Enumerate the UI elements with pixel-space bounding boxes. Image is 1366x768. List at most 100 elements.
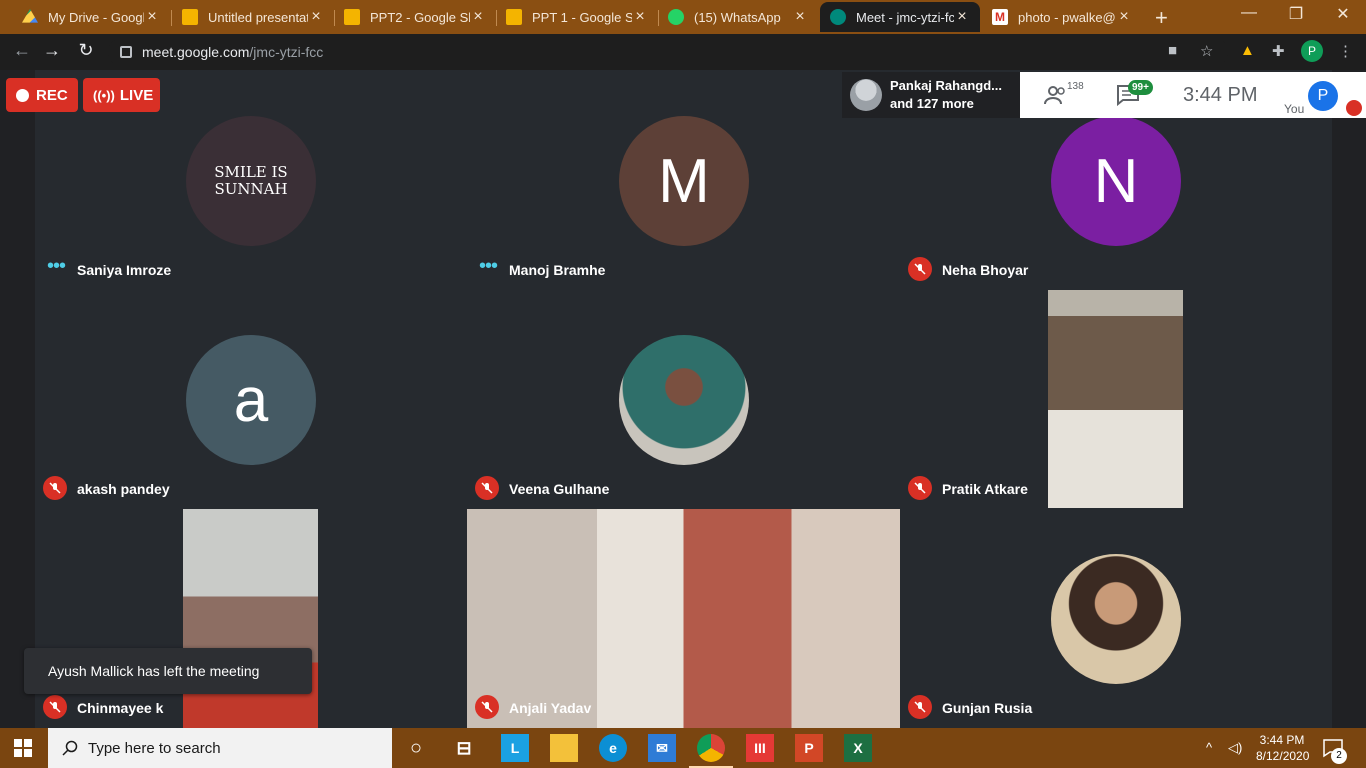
presenter-name: Pankaj Rahangd... <box>890 78 1002 93</box>
participant-tile[interactable]: Anjali Yadav <box>467 508 900 728</box>
mic-off-icon <box>43 476 67 500</box>
participant-avatar: M <box>619 116 749 246</box>
system-clock[interactable]: 3:44 PM 8/12/2020 <box>1256 732 1309 764</box>
tab-title: PPT2 - Google Slides <box>370 9 470 25</box>
minimize-icon[interactable]: — <box>1226 4 1272 22</box>
taskbar-search[interactable]: Type here to search <box>48 728 392 768</box>
cortana-icon[interactable]: ○ <box>402 734 430 762</box>
tab-whatsapp[interactable]: (15) WhatsApp × <box>658 2 818 32</box>
profile-avatar[interactable]: P <box>1301 40 1323 62</box>
puzzle-icon[interactable]: ✚ <box>1272 42 1285 60</box>
red-app-icon[interactable]: III <box>746 734 774 762</box>
participant-tile[interactable]: N Neha Bhoyar <box>900 110 1332 289</box>
tab-meet[interactable]: Meet - jmc-ytzi-fcc × <box>820 2 980 32</box>
meeting-clock: 3:44 PM <box>1183 84 1258 106</box>
participant-name: Gunjan Rusia <box>942 700 1033 716</box>
people-icon[interactable] <box>1044 84 1068 106</box>
whatsapp-icon <box>668 9 684 25</box>
participant-photo <box>619 335 749 465</box>
participant-tile[interactable]: SMILE IS SUNNAH ••• Saniya Imroze <box>35 110 467 289</box>
mic-off-icon <box>908 257 932 281</box>
mic-off-icon <box>43 695 67 719</box>
self-avatar[interactable]: P <box>1308 81 1338 111</box>
tab-my-drive[interactable]: My Drive - Google Drive × <box>12 2 170 32</box>
tab-gmail[interactable]: M photo - pwalke@s × <box>982 2 1142 32</box>
menu-icon[interactable]: ⋮ <box>1338 42 1353 60</box>
reload-icon[interactable]: ↻ <box>74 40 98 61</box>
close-icon[interactable]: × <box>792 8 808 26</box>
close-window-icon[interactable]: ✕ <box>1320 4 1366 24</box>
participant-tile[interactable]: Veena Gulhane <box>467 289 900 508</box>
close-icon[interactable]: × <box>144 8 160 26</box>
close-icon[interactable]: × <box>1116 8 1132 26</box>
search-icon <box>62 740 78 756</box>
chrome-icon[interactable] <box>697 734 725 762</box>
task-view-icon[interactable]: ⊟ <box>450 734 478 762</box>
restore-icon[interactable]: ❐ <box>1273 4 1319 24</box>
search-placeholder: Type here to search <box>88 739 221 757</box>
participant-avatar: a <box>186 335 316 465</box>
participant-name: Neha Bhoyar <box>942 262 1029 278</box>
presenter-avatar <box>850 79 882 111</box>
url-path: /jmc-ytzi-fcc <box>249 44 324 60</box>
file-explorer-icon[interactable] <box>550 734 578 762</box>
participant-video <box>467 509 900 728</box>
tab-title: PPT 1 - Google Slides <box>532 9 632 25</box>
lock-icon <box>120 46 132 58</box>
slides-icon <box>182 9 198 25</box>
app-l-icon[interactable]: L <box>501 734 529 762</box>
browser-tab-strip: My Drive - Google Drive × Untitled prese… <box>0 0 1366 34</box>
slides-icon <box>344 9 360 25</box>
browser-toolbar: ← → ↻ meet.google.com /jmc-ytzi-fcc ■ ☆ … <box>0 34 1366 70</box>
excel-icon[interactable]: X <box>844 734 872 762</box>
participant-video <box>1048 290 1183 508</box>
speaking-dots-icon: ••• <box>47 255 66 277</box>
tab-untitled-presentation[interactable]: Untitled presentation × <box>172 2 334 32</box>
close-icon[interactable]: × <box>470 8 486 26</box>
back-icon[interactable]: ← <box>10 40 34 61</box>
broadcast-icon: ((•)) <box>93 87 115 103</box>
mic-off-icon <box>475 695 499 719</box>
edge-icon[interactable]: e <box>599 734 627 762</box>
drive-icon <box>22 9 38 23</box>
close-icon[interactable]: × <box>632 8 648 26</box>
participant-name: akash pandey <box>77 481 170 497</box>
tab-ppt2[interactable]: PPT2 - Google Slides × <box>334 2 496 32</box>
windows-start-icon[interactable] <box>14 739 32 757</box>
new-tab-button[interactable]: + <box>1155 5 1168 31</box>
participant-tile[interactable]: a akash pandey <box>35 289 467 508</box>
recording-button[interactable]: REC <box>6 78 78 112</box>
participant-avatar: N <box>1051 116 1181 246</box>
presenter-chip[interactable]: Pankaj Rahangd... and 127 more <box>842 72 1020 118</box>
mic-off-icon <box>908 476 932 500</box>
volume-icon[interactable]: ◁) <box>1228 740 1242 756</box>
camera-icon[interactable]: ■ <box>1168 42 1177 59</box>
mail-icon[interactable]: ✉ <box>648 734 676 762</box>
tab-title: photo - pwalke@s <box>1018 9 1116 25</box>
meet-area: REC ((•)) LIVE SMILE IS SUNNAH ••• Saniy… <box>0 70 1366 728</box>
participant-tile[interactable]: Pratik Atkare <box>900 289 1332 508</box>
forward-icon[interactable]: → <box>40 40 64 61</box>
live-button[interactable]: ((•)) LIVE <box>83 78 160 112</box>
participant-tile[interactable]: M ••• Manoj Bramhe <box>467 110 900 289</box>
chat-badge: 99+ <box>1128 80 1153 95</box>
meeting-notification: Ayush Mallick has left the meeting <box>24 648 312 694</box>
participant-video <box>183 509 318 728</box>
tray-chevron-icon[interactable]: ^ <box>1206 740 1212 755</box>
record-icon <box>16 88 29 102</box>
tab-ppt1[interactable]: PPT 1 - Google Slides × <box>496 2 658 32</box>
close-icon[interactable]: × <box>954 8 970 26</box>
avatar-text: SMILE IS SUNNAH <box>214 163 288 198</box>
powerpoint-icon[interactable]: P <box>795 734 823 762</box>
close-icon[interactable]: × <box>308 8 324 26</box>
participant-photo <box>1051 554 1181 684</box>
extension-icon[interactable]: ▲ <box>1240 42 1255 59</box>
address-bar[interactable]: meet.google.com /jmc-ytzi-fcc <box>108 38 1228 66</box>
mic-off-icon <box>475 476 499 500</box>
star-icon[interactable]: ☆ <box>1200 42 1213 60</box>
participant-tile[interactable]: Gunjan Rusia <box>900 508 1332 728</box>
windows-taskbar: Type here to search ○ ⊟ L e ✉ III P X ^ … <box>0 728 1366 768</box>
participant-tile[interactable]: Chinmayee k <box>35 508 467 728</box>
mic-off-icon <box>1346 100 1362 116</box>
participant-name: Anjali Yadav <box>509 700 592 716</box>
